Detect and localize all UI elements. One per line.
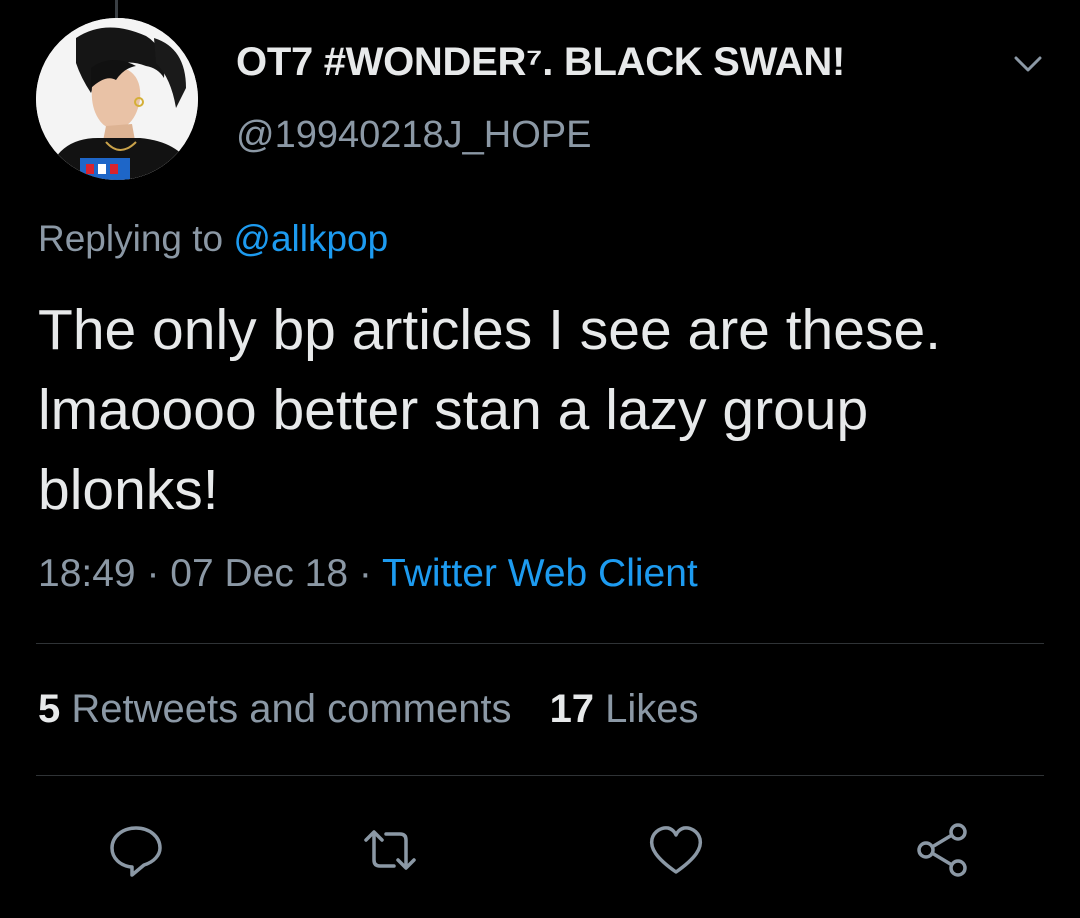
tweet-text: The only bp articles I see are these. lm… <box>38 298 941 522</box>
likes-label: Likes <box>594 687 699 731</box>
comment-icon <box>110 826 162 877</box>
retweets-count: 5 <box>38 687 61 731</box>
retweets-label: Retweets and comments <box>60 687 512 731</box>
replying-to-prefix: Replying to <box>38 218 234 259</box>
retweets-stat[interactable]: 5 Retweets and comments <box>38 687 512 731</box>
chevron-down-icon[interactable] <box>1008 44 1048 84</box>
retweet-button[interactable] <box>360 820 420 880</box>
user-handle[interactable]: @19940218J_HOPE <box>236 114 591 157</box>
meta-separator: · <box>348 552 383 595</box>
likes-count: 17 <box>549 687 595 731</box>
engagement-stats: 5 Retweets and comments 17 Likes <box>38 687 699 732</box>
thread-connector-line <box>115 0 118 18</box>
heart-icon <box>649 826 703 874</box>
meta-separator: · <box>135 552 171 595</box>
divider <box>36 643 1044 644</box>
avatar[interactable] <box>36 18 198 180</box>
divider <box>36 775 1044 776</box>
likes-stat[interactable]: 17 Likes <box>550 687 699 731</box>
replying-to-line: Replying to @allkpop <box>38 218 388 260</box>
like-button[interactable] <box>646 820 706 880</box>
tweet-client-link[interactable]: Twitter Web Client <box>382 552 698 595</box>
share-button[interactable] <box>912 820 972 880</box>
retweet-icon <box>364 830 416 870</box>
tweet-date: 07 Dec 18 <box>170 552 349 595</box>
tweet-metadata: 18:49 · 07 Dec 18 · Twitter Web Client <box>38 552 698 596</box>
share-icon <box>917 823 967 877</box>
replying-to-mention-link[interactable]: @allkpop <box>233 218 388 259</box>
tweet-time: 18:49 <box>38 552 136 595</box>
reply-button[interactable] <box>106 820 166 880</box>
display-name[interactable]: OT7 #WONDER⁷. BLACK SWAN! <box>236 40 845 85</box>
